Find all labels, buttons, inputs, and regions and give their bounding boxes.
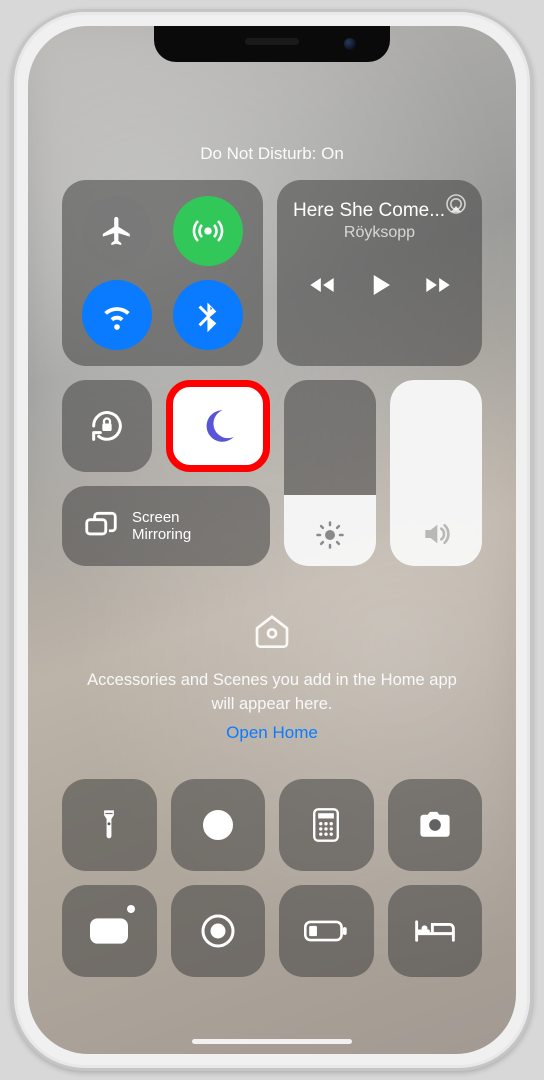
flashlight-button[interactable]: [62, 779, 157, 871]
wifi-icon: [100, 298, 134, 332]
open-home-link[interactable]: Open Home: [62, 723, 482, 743]
moon-icon: [197, 405, 239, 447]
wifi-button[interactable]: [82, 280, 152, 350]
bluetooth-button[interactable]: [173, 280, 243, 350]
track-title: Here She Come...: [293, 200, 466, 222]
track-artist: Röyksopp: [293, 224, 466, 242]
orientation-lock-button[interactable]: [62, 380, 152, 472]
airplane-icon: [100, 214, 134, 248]
sleep-button[interactable]: [388, 885, 483, 977]
now-playing-tile[interactable]: Here She Come... Röyksopp: [277, 180, 482, 366]
orientation-lock-icon: [87, 406, 127, 446]
airplane-mode-button[interactable]: [82, 196, 152, 266]
screen: Do Not Disturb: On: [28, 26, 516, 1054]
brightness-slider[interactable]: [284, 380, 376, 566]
do-not-disturb-button[interactable]: [166, 380, 270, 472]
screen-record-button[interactable]: [171, 885, 266, 977]
battery-icon: [304, 919, 348, 943]
airplay-icon: [444, 192, 468, 216]
flashlight-icon: [94, 808, 124, 842]
cellular-data-button[interactable]: [173, 196, 243, 266]
screen-mirroring-icon: [82, 507, 120, 545]
bottom-controls-grid: [62, 779, 482, 977]
home-section: Accessories and Scenes you add in the Ho…: [62, 610, 482, 743]
bluetooth-icon: [191, 298, 225, 332]
calculator-button[interactable]: [279, 779, 374, 871]
screen-mirroring-button[interactable]: Screen Mirroring: [62, 486, 270, 566]
brightness-icon: [315, 520, 345, 550]
camera-icon: [416, 810, 454, 840]
timer-icon: [200, 807, 236, 843]
connectivity-tile: [62, 180, 263, 366]
timer-button[interactable]: [171, 779, 266, 871]
badge-dot: [127, 905, 135, 913]
play-button[interactable]: [365, 270, 395, 300]
notch: [154, 26, 390, 62]
voice-memo-icon: [90, 916, 128, 946]
camera-button[interactable]: [388, 779, 483, 871]
status-banner: Do Not Disturb: On: [62, 144, 482, 164]
next-track-button[interactable]: [424, 271, 452, 299]
screen-mirroring-label: Screen Mirroring: [132, 509, 191, 544]
record-icon: [200, 913, 236, 949]
cellular-icon: [191, 214, 225, 248]
iphone-frame: Do Not Disturb: On: [11, 9, 533, 1071]
home-placeholder-text: Accessories and Scenes you add in the Ho…: [62, 655, 482, 723]
home-icon: [252, 610, 292, 650]
previous-track-button[interactable]: [308, 271, 336, 299]
voice-memos-button[interactable]: [62, 885, 157, 977]
volume-slider[interactable]: [390, 380, 482, 566]
low-power-button[interactable]: [279, 885, 374, 977]
bed-icon: [414, 916, 456, 946]
volume-icon: [420, 518, 452, 550]
control-center: Do Not Disturb: On: [28, 26, 516, 1054]
calculator-icon: [312, 808, 340, 842]
